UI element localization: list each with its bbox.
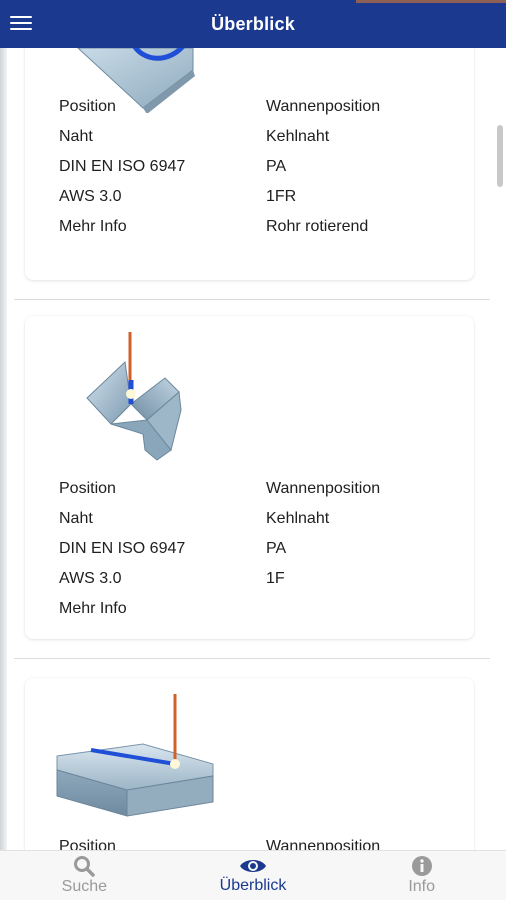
divider: [14, 658, 490, 659]
more-info-link[interactable]: Mehr Info: [59, 218, 127, 236]
row-label: Position: [59, 480, 116, 497]
eye-icon: [240, 860, 266, 872]
row-label: Naht: [59, 128, 93, 145]
bottom-navigation: Suche Überblick Info: [0, 850, 506, 900]
info-row: DIN EN ISO 6947 PA: [59, 158, 474, 188]
info-row: Position Wannenposition: [59, 838, 474, 850]
weld-position-card[interactable]: Position Wannenposition Naht Kehlnaht DI…: [25, 48, 474, 280]
info-row: Position Wannenposition: [59, 480, 474, 510]
more-info-link[interactable]: Mehr Info: [59, 600, 127, 618]
row-value: 1FR: [266, 188, 297, 205]
weld-illustration-fillet: [86, 332, 182, 461]
weld-position-card[interactable]: Position Wannenposition Naht Kehlnaht DI…: [25, 316, 474, 639]
info-row: Mehr Info Rohr rotierend: [59, 218, 474, 248]
info-row: AWS 3.0 1F: [59, 570, 474, 600]
row-value: Wannenposition: [266, 480, 381, 497]
row-value: PA: [266, 158, 287, 175]
tab-label: Info: [408, 878, 436, 895]
tab-suche[interactable]: Suche: [0, 851, 169, 900]
row-label: AWS 3.0: [59, 188, 122, 205]
row-value: Wannenposition: [266, 838, 381, 850]
menu-icon[interactable]: [8, 12, 34, 36]
row-label: Naht: [59, 510, 93, 527]
row-label: AWS 3.0: [59, 570, 122, 587]
row-label: Position: [59, 98, 116, 115]
page-title: Überblick: [211, 13, 295, 34]
tab-label: Suche: [61, 878, 108, 895]
tab-info[interactable]: Info: [337, 851, 506, 900]
tab-ueberblick[interactable]: Überblick: [169, 851, 338, 900]
row-value: 1F: [266, 570, 285, 587]
info-row: Naht Kehlnaht: [59, 128, 474, 158]
weld-position-list[interactable]: Position Wannenposition Naht Kehlnaht DI…: [0, 48, 506, 850]
row-value: PA: [266, 540, 287, 557]
row-label: DIN EN ISO 6947: [59, 540, 186, 557]
left-edge-shadow: [0, 48, 7, 850]
search-icon: [74, 856, 96, 877]
divider: [14, 299, 490, 300]
weld-illustration-flat: [56, 694, 214, 817]
scrollbar[interactable]: [497, 125, 503, 187]
row-label: DIN EN ISO 6947: [59, 158, 186, 175]
row-value: Kehlnaht: [266, 128, 330, 145]
status-strip: [356, 0, 506, 3]
weld-position-card[interactable]: Position Wannenposition: [25, 678, 474, 850]
info-row: Naht Kehlnaht: [59, 510, 474, 540]
info-icon: [411, 856, 432, 876]
row-value: Kehlnaht: [266, 510, 330, 527]
info-row: Position Wannenposition: [59, 98, 474, 128]
info-row: AWS 3.0 1FR: [59, 188, 474, 218]
info-row: DIN EN ISO 6947 PA: [59, 540, 474, 570]
tab-label: Überblick: [219, 877, 287, 894]
row-label: Position: [59, 838, 116, 850]
info-row: Mehr Info: [59, 600, 474, 630]
row-value: Rohr rotierend: [266, 218, 369, 235]
app-bar: Überblick: [0, 0, 506, 48]
row-value: Wannenposition: [266, 98, 381, 115]
